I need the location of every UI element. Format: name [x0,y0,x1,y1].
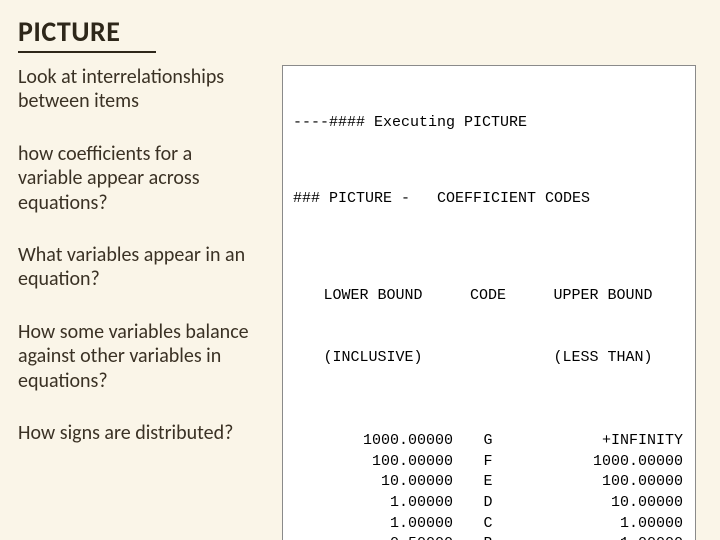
header-line: ### PICTURE - COEFFICIENT CODES [293,189,685,210]
cell-lower: 100.00000 [293,452,453,473]
table-row: 100.00000F1000.00000 [293,452,685,473]
question-3: How some variables balance against other… [18,320,260,393]
slide-body: Look at interrelationships between items… [18,65,702,540]
col-upper-sub: (LESS THAN) [523,348,683,369]
cell-code: D [453,493,523,514]
left-column: Look at interrelationships between items… [18,65,260,540]
cell-upper: 1.00000 [523,534,683,540]
question-1: how coefficients for a variable appear a… [18,142,260,215]
table-header-1: LOWER BOUND CODE UPPER BOUND [293,286,685,307]
table-row: 1000.00000G+INFINITY [293,431,685,452]
table-rows: 1000.00000G+INFINITY100.00000F1000.00000… [293,431,685,540]
table-row: 10.00000E100.00000 [293,472,685,493]
table-row: 1.00000D10.00000 [293,493,685,514]
cell-lower: 1.00000 [293,493,453,514]
cell-upper: +INFINITY [523,431,683,452]
cell-upper: 1000.00000 [523,452,683,473]
cell-lower: 1000.00000 [293,431,453,452]
slide: PICTURE Look at interrelationships betwe… [0,0,720,540]
question-4: How signs are distributed? [18,421,260,445]
cell-code: E [453,472,523,493]
cell-code: C [453,514,523,535]
cell-upper: 100.00000 [523,472,683,493]
subtitle-text: Look at interrelationships between items [18,65,260,114]
table-row: 1.00000C1.00000 [293,514,685,535]
col-upper-header: UPPER BOUND [523,286,683,307]
cell-upper: 1.00000 [523,514,683,535]
question-2: What variables appear in an equation? [18,243,260,292]
cell-lower: 1.00000 [293,514,453,535]
col-lower-sub: (INCLUSIVE) [293,348,453,369]
right-column: ----#### Executing PICTURE ### PICTURE -… [282,65,702,540]
cell-lower: 10.00000 [293,472,453,493]
col-lower-header: LOWER BOUND [293,286,453,307]
table-row: 0.50000B1.00000 [293,534,685,540]
col-code-sub [453,348,523,369]
cell-code: B [453,534,523,540]
col-code-header: CODE [453,286,523,307]
terminal-panel: ----#### Executing PICTURE ### PICTURE -… [282,65,696,540]
cell-lower: 0.50000 [293,534,453,540]
cell-upper: 10.00000 [523,493,683,514]
table-header-2: (INCLUSIVE) (LESS THAN) [293,348,685,369]
cell-code: F [453,452,523,473]
title-underline [18,51,156,53]
cell-code: G [453,431,523,452]
exec-line: ----#### Executing PICTURE [293,113,685,134]
slide-title: PICTURE [18,14,702,49]
